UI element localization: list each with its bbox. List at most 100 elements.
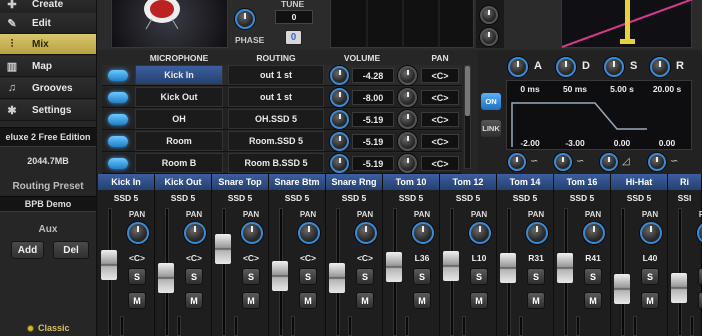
- solo-button[interactable]: S: [413, 268, 431, 285]
- mic-name[interactable]: OH: [135, 109, 223, 129]
- channel-output[interactable]: SSD 5: [383, 193, 439, 203]
- add-aux-button[interactable]: Add: [11, 241, 44, 259]
- mic-active-led[interactable]: [108, 114, 128, 125]
- mute-button[interactable]: M: [242, 292, 260, 309]
- channel-pan-knob[interactable]: [241, 222, 263, 244]
- knob-a[interactable]: [480, 6, 498, 24]
- solo-button[interactable]: S: [128, 268, 146, 285]
- channel-pan-knob[interactable]: [298, 222, 320, 244]
- channel-pan-knob[interactable]: [127, 222, 149, 244]
- channel-fader[interactable]: [386, 252, 402, 282]
- channel-name[interactable]: Snare Btm: [269, 174, 325, 190]
- envelope-top-value[interactable]: 50 ms: [554, 82, 596, 96]
- channel-fader[interactable]: [272, 261, 288, 291]
- channel-fader[interactable]: [443, 251, 459, 281]
- mute-button[interactable]: M: [413, 292, 431, 309]
- channel-name[interactable]: Snare Top: [212, 174, 268, 190]
- channel-output[interactable]: SSD 5: [212, 193, 268, 203]
- solo-button[interactable]: S: [641, 268, 659, 285]
- channel-fader[interactable]: [557, 253, 573, 283]
- mute-button[interactable]: M: [527, 292, 545, 309]
- mic-active-led[interactable]: [108, 136, 128, 147]
- channel-fader[interactable]: [101, 250, 117, 280]
- mic-name[interactable]: Room B: [135, 153, 223, 173]
- envelope-top-value[interactable]: 0 ms: [509, 82, 551, 96]
- envelope-curve-knob[interactable]: [554, 153, 572, 171]
- solo-button[interactable]: S: [470, 268, 488, 285]
- mute-button[interactable]: M: [584, 292, 602, 309]
- channel-pan-knob[interactable]: [526, 222, 548, 244]
- pan-value[interactable]: <C>: [421, 68, 459, 83]
- pan-value[interactable]: <C>: [421, 156, 459, 171]
- channel-output[interactable]: SSD 5: [611, 193, 667, 203]
- envelope-knob-d[interactable]: [556, 57, 576, 77]
- channel-fader[interactable]: [614, 274, 630, 304]
- mic-active-led[interactable]: [108, 158, 128, 169]
- envelope-knob-a[interactable]: [508, 57, 528, 77]
- phase-toggle[interactable]: 0: [285, 30, 302, 45]
- pan-knob[interactable]: [398, 110, 417, 129]
- channel-name[interactable]: Snare Rng: [326, 174, 382, 190]
- channel-fader[interactable]: [215, 234, 231, 264]
- fader-track[interactable]: [678, 208, 682, 336]
- knob-b[interactable]: [480, 28, 498, 46]
- mute-button[interactable]: M: [299, 292, 317, 309]
- channel-pan-knob[interactable]: [583, 222, 605, 244]
- mute-button[interactable]: M: [128, 292, 146, 309]
- channel-output[interactable]: SSD 5: [440, 193, 496, 203]
- pan-knob[interactable]: [398, 154, 417, 173]
- mute-button[interactable]: M: [356, 292, 374, 309]
- mic-active-led[interactable]: [108, 70, 128, 81]
- channel-name[interactable]: Ri: [668, 174, 701, 190]
- mic-routing[interactable]: Room.SSD 5: [228, 131, 324, 151]
- channel-output[interactable]: SSD 5: [554, 193, 610, 203]
- envelope-link-button[interactable]: LINK: [481, 120, 501, 137]
- pan-knob[interactable]: [398, 66, 417, 85]
- channel-name[interactable]: Kick In: [98, 174, 154, 190]
- solo-button[interactable]: S: [698, 268, 702, 285]
- envelope-curve-knob[interactable]: [648, 153, 666, 171]
- nav-mix[interactable]: ⫶ Mix: [0, 34, 96, 55]
- volume-value[interactable]: -5.19: [352, 156, 394, 171]
- channel-pan-knob[interactable]: [184, 222, 206, 244]
- channel-fader[interactable]: [671, 273, 687, 303]
- mute-button[interactable]: M: [641, 292, 659, 309]
- channel-fader[interactable]: [329, 263, 345, 293]
- mute-button[interactable]: M: [698, 292, 702, 309]
- channel-name[interactable]: Hi-Hat: [611, 174, 667, 190]
- volume-value[interactable]: -5.19: [352, 134, 394, 149]
- tune-value[interactable]: 0: [275, 10, 313, 24]
- pan-knob[interactable]: [398, 132, 417, 151]
- envelope-bottom-value[interactable]: 0.00: [601, 136, 643, 150]
- envelope-on-button[interactable]: ON: [481, 93, 501, 110]
- mic-active-led[interactable]: [108, 92, 128, 103]
- nav-edit[interactable]: ✎ Edit: [0, 13, 96, 34]
- routing-preset-select[interactable]: BPB Demo: [0, 196, 96, 212]
- channel-output[interactable]: SSI: [668, 193, 701, 203]
- volume-knob[interactable]: [330, 132, 349, 151]
- channel-output[interactable]: SSD 5: [269, 193, 325, 203]
- channel-pan-knob[interactable]: [469, 222, 491, 244]
- channel-name[interactable]: Tom 10: [383, 174, 439, 190]
- envelope-curve-knob[interactable]: [508, 153, 526, 171]
- volume-value[interactable]: -4.28: [352, 68, 394, 83]
- volume-knob[interactable]: [330, 110, 349, 129]
- volume-value[interactable]: -8.00: [352, 90, 394, 105]
- solo-button[interactable]: S: [527, 268, 545, 285]
- volume-value[interactable]: -5.19: [352, 112, 394, 127]
- solo-button[interactable]: S: [299, 268, 317, 285]
- channel-name[interactable]: Kick Out: [155, 174, 211, 190]
- volume-knob[interactable]: [330, 66, 349, 85]
- envelope-bottom-value[interactable]: -2.00: [509, 136, 551, 150]
- tune-knob[interactable]: [235, 9, 255, 29]
- mute-button[interactable]: M: [185, 292, 203, 309]
- nav-grooves[interactable]: ♫ Grooves: [0, 78, 96, 99]
- envelope-bottom-value[interactable]: 0.00: [646, 136, 688, 150]
- nav-settings[interactable]: ✱ Settings: [0, 100, 96, 121]
- channel-fader[interactable]: [500, 253, 516, 283]
- envelope-top-value[interactable]: 5.00 s: [601, 82, 643, 96]
- mic-routing[interactable]: Room B.SSD 5: [228, 153, 324, 173]
- mic-name[interactable]: Kick In: [135, 65, 223, 85]
- envelope-knob-s[interactable]: [604, 57, 624, 77]
- pan-value[interactable]: <C>: [421, 134, 459, 149]
